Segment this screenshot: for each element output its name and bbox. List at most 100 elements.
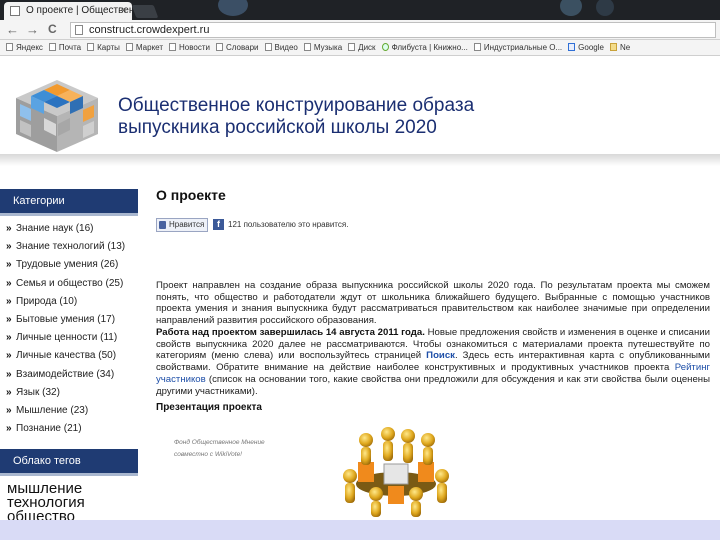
sidebar-category-item[interactable]: » Взаимодействие (34) [0, 366, 138, 384]
page-icon [215, 43, 223, 51]
bookmark-item[interactable]: Музыка [303, 40, 343, 55]
bookmark-item[interactable]: Видео [264, 40, 298, 55]
new-tab-button[interactable] [131, 5, 159, 18]
bookmark-label: Флибуста | Книжно... [391, 43, 468, 52]
bookmark-label: Ne [619, 43, 631, 52]
sidebar-category-item[interactable]: » Семья и общество (25) [0, 275, 138, 293]
bookmark-item[interactable]: Маркет [125, 40, 164, 55]
bookmark-item[interactable]: Почта [48, 40, 82, 55]
bookmark-item[interactable]: Новости [169, 40, 210, 55]
bullet-icon: » [6, 368, 12, 380]
sidebar-category-item[interactable]: » Личные качества (50) [0, 347, 138, 365]
credit-line: Фонд Общественное Мнение [174, 439, 265, 446]
tab-title: О проекте | Общественн [26, 5, 132, 16]
site-title[interactable]: Общественное конструирование образа выпу… [118, 95, 538, 139]
project-status: Работа над проектом завершилась 14 авгус… [156, 327, 710, 397]
browser-tab[interactable]: О проекте | Общественн × [4, 2, 132, 20]
forward-arrow-icon[interactable]: → [26, 22, 39, 37]
url-text: construct.crowdexpert.ru [89, 24, 210, 36]
desktop-background [218, 0, 248, 16]
flibusta-icon [381, 43, 389, 51]
sidebar-category-item[interactable]: » Знание наук (16) [0, 220, 138, 238]
category-label: Личные ценности (11) [16, 332, 118, 344]
categories-heading: Категории [0, 189, 138, 216]
like-count-text: 121 пользователю это нравится. [228, 220, 349, 229]
bullet-icon: » [6, 259, 12, 271]
bookmark-label: Индустриальные О... [483, 43, 563, 52]
like-button-label: Нравится [169, 220, 205, 229]
page-title: О проекте [156, 187, 226, 203]
bookmark-item[interactable]: Флибуста | Книжно... [381, 40, 468, 55]
thumbs-up-icon [159, 221, 166, 229]
bookmark-label: Карты [97, 43, 120, 52]
bullet-icon: » [6, 277, 12, 289]
bookmark-item[interactable]: Яндекс [6, 40, 43, 55]
bookmark-item[interactable]: Индустриальные О... [473, 40, 563, 55]
bookmark-item[interactable]: Диск [348, 40, 376, 55]
bookmark-label: Почта [58, 43, 82, 52]
bookmark-label: Музыка [313, 43, 343, 52]
page-icon [48, 43, 56, 51]
desktop-background [596, 0, 614, 16]
bookmark-label: Яндекс [16, 43, 43, 52]
bullet-icon: » [6, 386, 12, 398]
bullet-icon: » [6, 332, 12, 344]
category-label: Семья и общество (25) [16, 277, 124, 289]
sidebar-category-item[interactable]: » Познание (21) [0, 420, 138, 438]
browser-titlebar: О проекте | Общественн × [0, 0, 720, 20]
category-label: Трудовые умения (26) [16, 259, 119, 271]
sidebar-category-item[interactable]: » Знание технологий (13) [0, 238, 138, 256]
category-list: » Знание наук (16) » Знание технологий (13)… [0, 220, 138, 438]
credit-line: совместно с WikiVote! [174, 451, 242, 458]
page-icon [169, 43, 177, 51]
page-favicon-icon [10, 6, 20, 16]
site-logo-cube-icon[interactable] [12, 80, 102, 157]
bookmark-label: Видео [274, 43, 298, 52]
folder-icon [609, 43, 617, 51]
search-link[interactable]: Поиск [426, 350, 455, 361]
category-label: Знание наук (16) [16, 223, 94, 234]
bookmark-label: Маркет [135, 43, 164, 52]
sidebar-category-item[interactable]: » Природа (10) [0, 293, 138, 311]
presentation-credit: Фонд Общественное Мнение совместно с Wik… [174, 437, 265, 461]
browser-toolbar: ← → C construct.crowdexpert.ru [0, 20, 720, 40]
tag-cloud: мышление технология общество [7, 481, 85, 524]
sidebar-category-item[interactable]: » Личные ценности (11) [0, 329, 138, 347]
tab-close-icon[interactable]: × [121, 2, 127, 20]
sidebar-category-item[interactable]: » Трудовые умения (26) [0, 256, 138, 274]
page-icon [348, 43, 356, 51]
slide-footer-band [0, 520, 720, 540]
desktop-background [560, 0, 582, 16]
reload-icon[interactable]: C [48, 22, 57, 37]
bookmark-item[interactable]: Карты [87, 40, 120, 55]
bookmark-item[interactable]: Словари [215, 40, 259, 55]
back-arrow-icon[interactable]: ← [6, 22, 19, 37]
bookmark-label: Новости [179, 43, 210, 52]
bullet-icon: » [6, 350, 12, 362]
bullet-icon: » [6, 313, 12, 325]
bookmark-item[interactable]: Ne [609, 40, 631, 55]
bookmark-label: Google [578, 43, 604, 52]
sidebar-category-item[interactable]: » Язык (32) [0, 384, 138, 402]
like-button[interactable]: Нравится [156, 218, 208, 232]
sidebar-category-item[interactable]: » Бытовые умения (17) [0, 311, 138, 329]
completion-notice: Работа над проектом завершилась 14 авгус… [156, 327, 425, 338]
category-label: Бытовые умения (17) [16, 313, 116, 325]
presentation-image-golden-figures[interactable] [336, 424, 456, 523]
page-icon [303, 43, 311, 51]
bullet-icon: » [6, 223, 12, 234]
sidebar-category-item[interactable]: » Мышление (23) [0, 402, 138, 420]
bookmark-label: Словари [225, 43, 259, 52]
bookmark-item[interactable]: Google [568, 40, 604, 55]
facebook-icon: f [213, 219, 224, 230]
bullet-icon: » [6, 404, 12, 416]
project-description: Проект направлен на создание образа выпу… [156, 280, 710, 327]
category-label: Знание технологий (13) [16, 241, 126, 253]
category-label: Природа (10) [16, 295, 78, 307]
address-bar[interactable]: construct.crowdexpert.ru [70, 22, 716, 38]
site-title-line: Общественное конструирование образа [118, 95, 475, 116]
page-icon [75, 25, 83, 35]
bullet-icon: » [6, 423, 12, 435]
page-icon [473, 43, 481, 51]
page-icon [6, 43, 13, 51]
